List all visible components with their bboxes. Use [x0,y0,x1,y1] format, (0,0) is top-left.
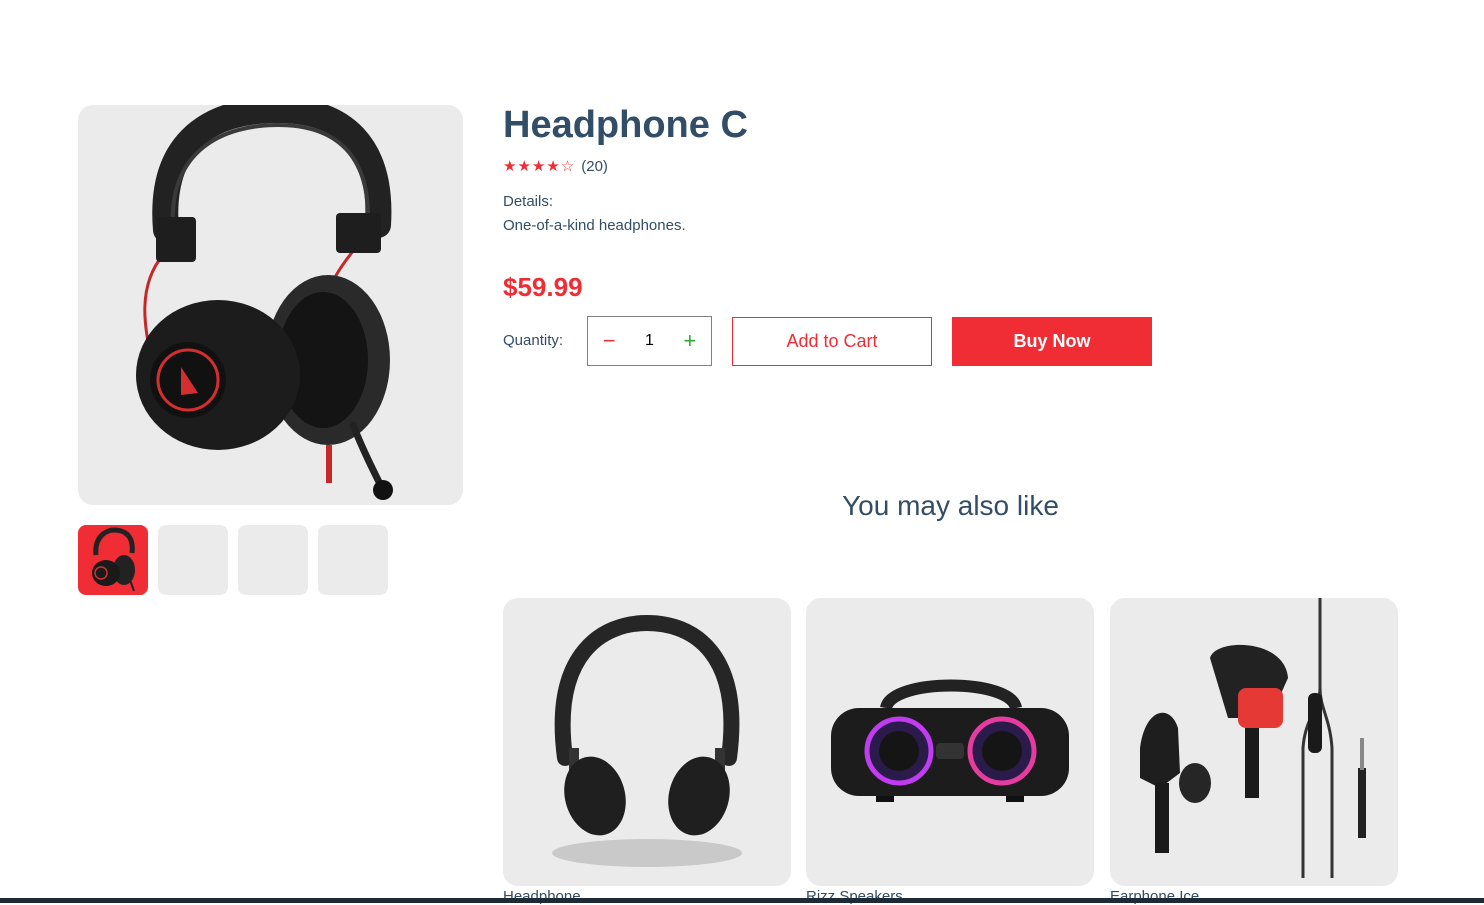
thumbnail-1[interactable] [78,525,148,595]
speaker-image-icon [831,679,1069,802]
quantity-label: Quantity: [503,332,564,349]
buy-now-button[interactable]: Buy Now [952,317,1152,366]
thumbnail-strip [78,525,388,595]
rating-stars-icon: ★★★★☆ [503,158,576,175]
product-main-image [78,105,463,505]
product-rating: ★★★★☆ (20) [503,157,608,176]
product-title: Headphone C [503,104,748,146]
quantity-stepper: − 1 + [587,316,712,366]
headphone-thumbnail-icon [92,527,135,592]
rating-count: (20) [581,157,608,175]
details-heading: Details: [503,193,554,210]
footer-edge [0,898,1484,903]
product-card-earphones[interactable] [1110,598,1398,886]
quantity-value: 1 [645,332,654,349]
recommendations-heading: You may also like [842,490,1059,521]
over-ear-headphone-image [136,105,393,500]
earphone-image-icon [1140,598,1366,878]
details-text: One-of-a-kind headphones. [503,217,686,234]
thumbnail-2[interactable] [158,525,228,595]
product-price: $59.99 [503,272,583,302]
plus-icon[interactable]: + [683,328,696,354]
headphone-image-icon [552,614,742,867]
product-card-headphone[interactable] [503,598,791,886]
minus-icon[interactable]: − [603,328,616,354]
product-card-speakers[interactable] [806,598,1094,886]
thumbnail-4[interactable] [318,525,388,595]
add-to-cart-button[interactable]: Add to Cart [732,317,932,366]
thumbnail-3[interactable] [238,525,308,595]
